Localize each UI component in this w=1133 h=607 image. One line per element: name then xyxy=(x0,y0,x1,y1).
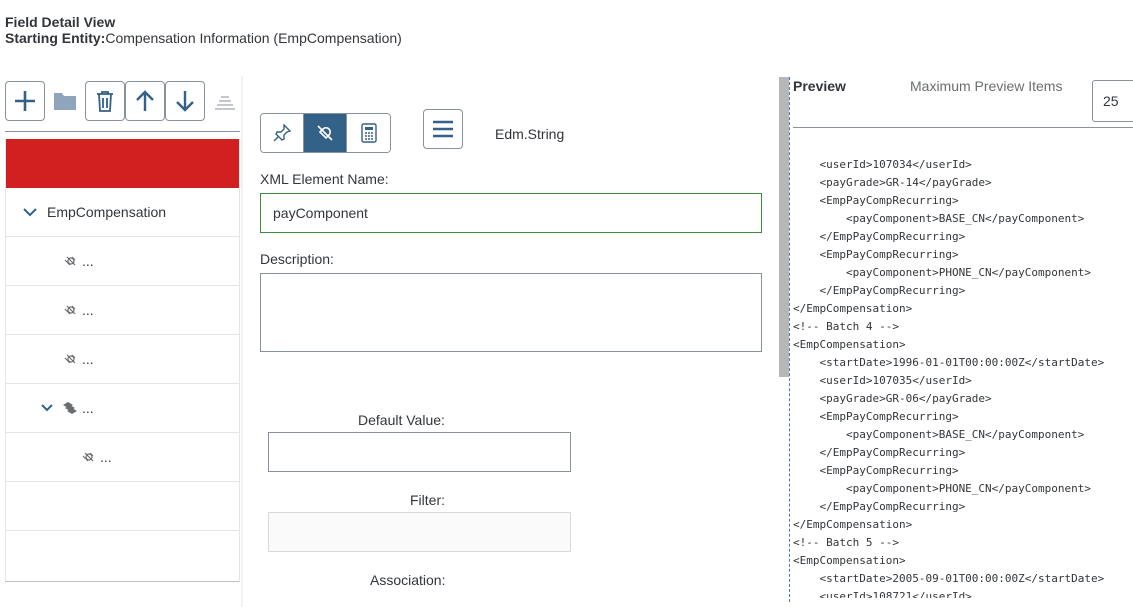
xml-line: <payComponent>BASE_CN</payComponent> xyxy=(793,212,1085,225)
menu-button[interactable] xyxy=(423,109,463,149)
xml-line: <EmpPayCompRecurring> xyxy=(793,410,959,423)
tree-row-group[interactable]: ... xyxy=(6,384,239,433)
xml-line: <EmpPayCompRecurring> xyxy=(793,248,959,261)
xml-line: <startDate>1996-01-01T00:00:00Z</startDa… xyxy=(793,356,1105,369)
tree-row-field[interactable]: ... xyxy=(6,286,239,335)
preview-title: Preview xyxy=(793,78,846,94)
align-icon xyxy=(215,96,235,110)
unlinked-field-icon xyxy=(64,305,76,315)
tree-row-root[interactable]: EmpCompensation xyxy=(6,188,239,237)
delete-icon xyxy=(97,91,113,112)
move-up-button[interactable] xyxy=(125,81,165,121)
unlink-button[interactable] xyxy=(304,114,347,152)
folder-icon xyxy=(54,93,76,110)
folder-button[interactable] xyxy=(45,81,85,121)
xml-line: </EmpPayCompRecurring> xyxy=(793,230,966,243)
starting-entity: Starting Entity:Compensation Information… xyxy=(5,30,402,47)
filter-input[interactable] xyxy=(268,512,571,552)
tree-row-empty xyxy=(6,482,239,531)
xml-line: <payComponent>BASE_CN</payComponent> xyxy=(793,428,1085,441)
align-button[interactable] xyxy=(205,81,245,121)
unlinked-field-icon xyxy=(64,256,76,266)
tree-item-label: ... xyxy=(82,400,94,416)
add-icon xyxy=(15,91,35,111)
tree-item-label: ... xyxy=(100,449,112,465)
xml-element-name-label: XML Element Name: xyxy=(260,171,389,187)
xml-line: <EmpCompensation> xyxy=(793,338,906,351)
xml-line: <payComponent>PHONE_CN</payComponent> xyxy=(793,482,1092,495)
pin-button[interactable] xyxy=(261,114,304,152)
page-title: Field Detail View xyxy=(5,14,116,30)
toolbar-divider xyxy=(5,131,240,132)
max-preview-items-label: Maximum Preview Items xyxy=(910,78,1063,94)
xml-line: <userId>107035</userId> xyxy=(793,374,972,387)
calculated-button[interactable] xyxy=(347,114,390,152)
delete-button[interactable] xyxy=(85,81,125,121)
filter-label: Filter: xyxy=(410,492,445,508)
xml-line: <EmpCompensation> xyxy=(793,554,906,567)
tree-item-label: ... xyxy=(82,253,94,269)
xml-line: <!-- Batch 4 --> xyxy=(793,320,899,333)
unlinked-field-icon xyxy=(82,452,94,462)
xml-element-name-input[interactable]: payComponent xyxy=(260,193,762,233)
xml-line: <EmpPayCompRecurring> xyxy=(793,464,959,477)
field-tree: EmpCompensation ... ... ... ... ... xyxy=(5,139,240,582)
max-preview-items-input[interactable]: 25 xyxy=(1092,80,1133,122)
tree-row-field[interactable]: ... xyxy=(6,433,239,482)
tree-item-label: ... xyxy=(82,351,94,367)
calculator-icon xyxy=(360,123,377,143)
page-header: Field Detail View Starting Entity:Compen… xyxy=(5,14,402,47)
move-down-button[interactable] xyxy=(165,81,205,121)
xml-line: <!-- Batch 5 --> xyxy=(793,536,899,549)
xml-line: </EmpCompensation> xyxy=(793,518,913,531)
left-splitter[interactable] xyxy=(241,76,243,607)
xml-line: <EmpPayCompRecurring> xyxy=(793,194,959,207)
tree-item-label: ... xyxy=(82,302,94,318)
data-type-label: Edm.String xyxy=(495,126,565,142)
preview-scrollbar[interactable] xyxy=(779,77,789,377)
xml-preview: <userId>107034</userId> <payGrade>GR-14<… xyxy=(793,128,1133,598)
chevron-down-icon[interactable] xyxy=(40,403,54,413)
description-label: Description: xyxy=(260,251,334,267)
tree-row-field[interactable]: ... xyxy=(6,335,239,384)
xml-line: </EmpPayCompRecurring> xyxy=(793,284,966,297)
unlink-icon xyxy=(317,125,333,141)
xml-line: <payGrade>GR-06</payGrade> xyxy=(793,392,992,405)
move-up-icon xyxy=(136,90,154,111)
hamburger-menu-icon xyxy=(433,120,453,138)
chevron-down-icon[interactable] xyxy=(22,207,38,217)
xml-line: <payComponent>PHONE_CN</payComponent> xyxy=(793,266,1092,279)
entity-group-icon xyxy=(63,402,77,414)
description-textarea[interactable] xyxy=(260,273,762,352)
tree-row-selected[interactable] xyxy=(6,139,239,188)
field-type-segmented xyxy=(260,113,391,153)
xml-line: <userId>107034</userId> xyxy=(793,158,972,171)
unlinked-field-icon xyxy=(64,354,76,364)
xml-line: </EmpPayCompRecurring> xyxy=(793,500,966,513)
xml-line: </EmpCompensation> xyxy=(793,302,913,315)
xml-lines: <userId>107034</userId> <payGrade>GR-14<… xyxy=(793,156,1133,598)
xml-line: <startDate>2005-09-01T00:00:00Z</startDa… xyxy=(793,572,1105,585)
default-value-input[interactable] xyxy=(268,432,571,472)
preview-divider xyxy=(789,77,790,602)
starting-entity-value: Compensation Information (EmpCompensatio… xyxy=(105,30,402,46)
xml-line: <payGrade>GR-14</payGrade> xyxy=(793,176,992,189)
tree-root-label: EmpCompensation xyxy=(47,204,167,220)
default-value-label: Default Value: xyxy=(358,412,445,428)
association-label: Association: xyxy=(370,572,446,588)
starting-entity-label: Starting Entity: xyxy=(5,30,106,46)
pin-icon xyxy=(273,124,291,142)
xml-line: <userId>108721</userId> xyxy=(793,590,972,598)
add-button[interactable] xyxy=(5,81,45,121)
move-down-icon xyxy=(176,91,194,112)
tree-toolbar xyxy=(5,81,245,123)
tree-row-field[interactable]: ... xyxy=(6,237,239,286)
xml-line: </EmpPayCompRecurring> xyxy=(793,446,966,459)
